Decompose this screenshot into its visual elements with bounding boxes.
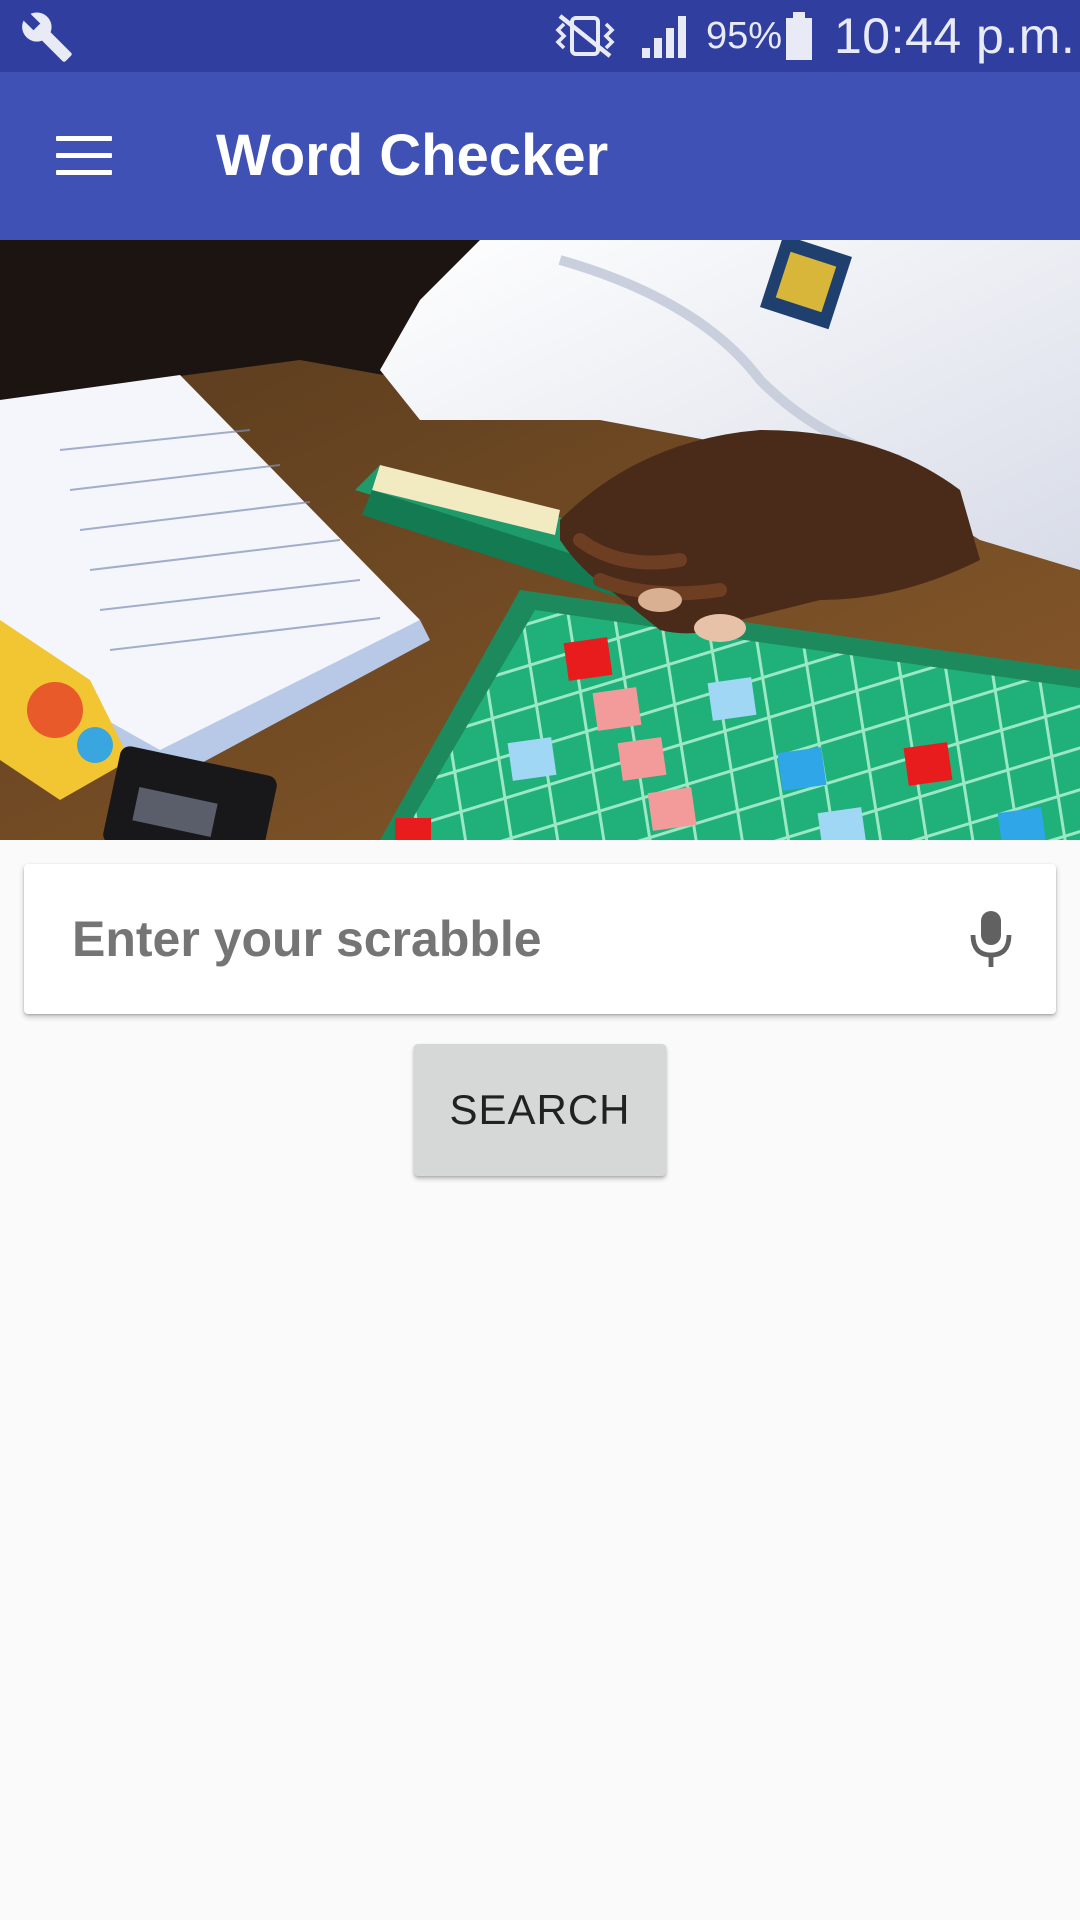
scrabble-search-input[interactable] (72, 900, 932, 978)
scrabble-board-photo (0, 240, 1080, 840)
microphone-icon (970, 911, 1012, 967)
app-bar: Word Checker (0, 72, 1080, 240)
hamburger-menu-icon (56, 136, 112, 176)
status-bar: 95% 10:44 p.m. (0, 0, 1080, 72)
voice-search-button[interactable] (952, 900, 1030, 978)
vibrate-icon (555, 14, 615, 58)
battery-icon (786, 12, 812, 60)
status-clock: 10:44 p.m. (834, 8, 1076, 64)
signal-icon (642, 16, 686, 58)
navigation-menu-button[interactable] (40, 112, 128, 200)
battery-percentage: 95% (706, 15, 783, 57)
search-card (24, 864, 1056, 1014)
screen: 95% 10:44 p.m. Word Checker Enter your s… (0, 0, 1080, 1920)
hero-image (0, 240, 1080, 840)
app-title: Word Checker (216, 123, 609, 188)
wrench-icon (22, 12, 72, 62)
search-button[interactable]: SEARCH (414, 1044, 666, 1176)
